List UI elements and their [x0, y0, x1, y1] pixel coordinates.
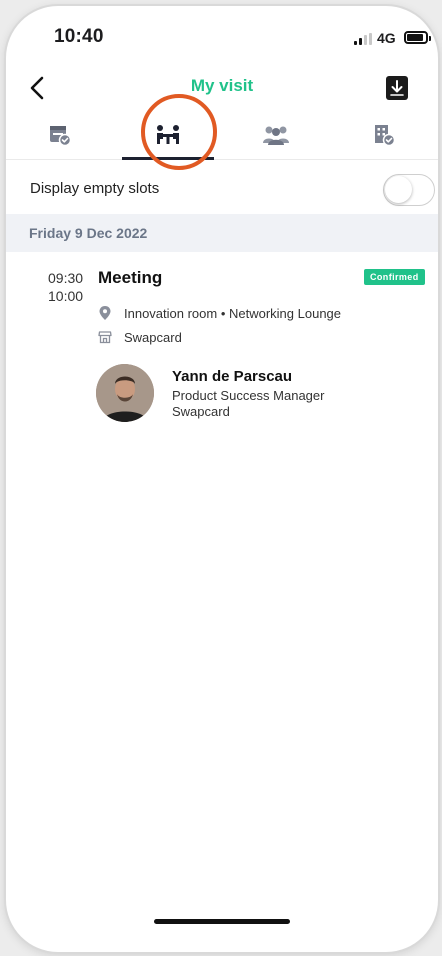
empty-slots-toggle[interactable] [383, 174, 435, 206]
meeting-item[interactable]: 09:30 10:00 Meeting Confirmed Innovation… [6, 252, 438, 432]
download-icon [390, 80, 404, 96]
header: My visit [6, 64, 438, 112]
signal-icon [354, 33, 372, 45]
attendee-company: Swapcard [172, 404, 230, 419]
battery-icon [404, 31, 431, 44]
organization-row: Swapcard [98, 328, 182, 346]
building-check-icon [375, 124, 396, 146]
group-people-icon [263, 126, 289, 145]
network-label: 4G [377, 30, 396, 46]
status-bar: 10:40 4G [6, 6, 438, 64]
meeting-title: Meeting [98, 268, 163, 287]
attendee-role: Product Success Manager [172, 388, 325, 403]
organization-text: Swapcard [124, 329, 182, 345]
date-label: Friday 9 Dec 2022 [29, 225, 148, 241]
toggle-knob [385, 176, 412, 203]
download-button[interactable] [386, 76, 408, 100]
phone-screen: 10:40 4G My visit Display empty slots Fr… [6, 6, 438, 952]
tab-bar [6, 110, 438, 160]
page-title: My visit [190, 76, 254, 95]
start-time: 09:30 [48, 270, 84, 286]
meeting-people-icon [157, 124, 179, 144]
location-row: Innovation room • Networking Lounge [98, 304, 341, 322]
avatar[interactable] [96, 364, 154, 422]
tab-agenda[interactable] [6, 110, 114, 159]
person-photo-icon [96, 364, 154, 422]
status-time: 10:40 [54, 26, 104, 47]
home-indicator[interactable] [154, 919, 290, 924]
store-icon [98, 331, 112, 344]
tab-people[interactable] [222, 110, 330, 159]
date-header: Friday 9 Dec 2022 [6, 214, 438, 252]
calendar-check-icon [50, 125, 72, 146]
tab-exhibitors[interactable] [330, 110, 438, 159]
tab-meetings[interactable] [114, 110, 222, 160]
end-time: 10:00 [48, 288, 84, 304]
status-badge: Confirmed [364, 269, 425, 285]
attendee-name: Yann de Parscau [172, 368, 293, 385]
empty-slots-row: Display empty slots [6, 164, 438, 214]
location-text: Innovation room • Networking Lounge [124, 305, 342, 321]
location-pin-icon [99, 306, 111, 320]
toggle-label: Display empty slots [30, 180, 160, 197]
